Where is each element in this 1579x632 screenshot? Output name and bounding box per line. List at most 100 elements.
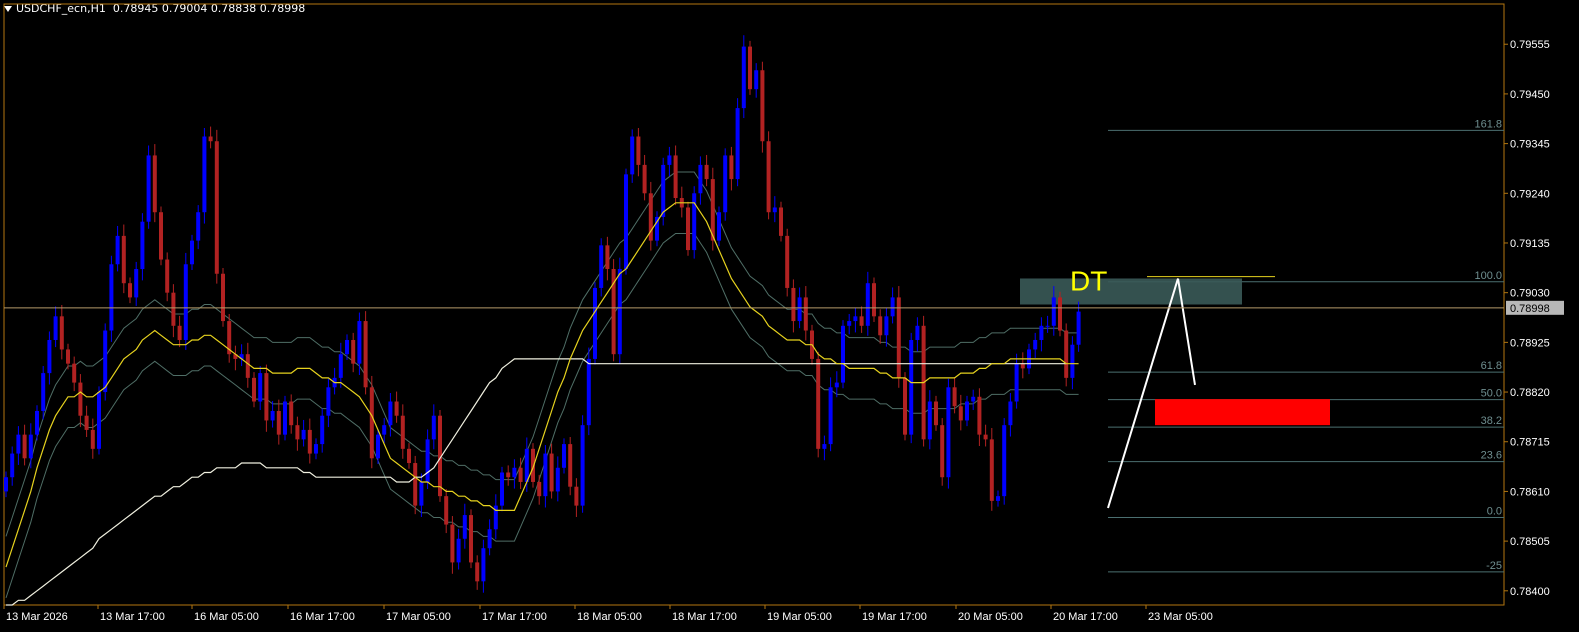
bear-candle: [518, 467, 523, 482]
bear-candle: [977, 396, 982, 435]
bull-candle: [1002, 425, 1007, 497]
bull-candle: [357, 321, 362, 364]
y-tick-label: 0.78715: [1510, 437, 1550, 449]
bull-candle: [326, 387, 331, 416]
bull-candle: [723, 155, 728, 213]
bear-candle: [983, 434, 988, 440]
bull-candle: [853, 316, 858, 322]
bear-candle: [859, 316, 864, 326]
fib-level-label: 100.0: [1474, 270, 1502, 282]
bear-candle: [568, 444, 573, 487]
bear-candle: [78, 382, 83, 416]
bull-candle: [1039, 325, 1044, 340]
bull-candle: [946, 387, 951, 478]
double-top-pattern[interactable]: [1107, 278, 1196, 509]
bear-candle: [766, 141, 771, 213]
fib-level-label: 50.0: [1481, 388, 1502, 400]
bull-candle: [425, 439, 430, 482]
bull-candle: [828, 387, 833, 445]
bull-candle: [580, 425, 585, 506]
bull-candle: [717, 212, 721, 241]
y-tick-label: 0.78610: [1510, 486, 1550, 498]
x-tick-label: 13 Mar 17:00: [100, 611, 165, 623]
bear-candle: [791, 287, 796, 322]
fib-level-label: 161.8: [1474, 118, 1502, 130]
bear-candle: [307, 429, 312, 454]
bear-candle: [952, 387, 957, 407]
bear-candle: [642, 164, 647, 194]
price-chart[interactable]: 161.8 100.0 61.8 50.0 38.2 23.6 0.0 -25 DT 0.79…: [0, 0, 1579, 632]
bear-candle: [686, 207, 690, 251]
bear-candle: [1064, 330, 1069, 378]
y-tick-label: 0.79240: [1510, 188, 1550, 200]
candles: [4, 35, 1081, 593]
bear-candle: [363, 321, 368, 388]
bull-candle: [555, 467, 560, 492]
bull-candle: [1033, 339, 1038, 350]
y-tick-label: 0.79555: [1510, 39, 1550, 51]
bull-candle: [890, 297, 895, 317]
bull-candle: [462, 515, 467, 539]
bear-candle: [673, 155, 678, 199]
bear-candle: [66, 349, 70, 364]
bull-candle: [202, 136, 207, 213]
x-tick-label: 17 Mar 17:00: [482, 611, 547, 623]
bull-candle: [301, 429, 306, 440]
bull-candle: [865, 283, 870, 326]
bull-candle: [258, 373, 263, 402]
bear-candle: [221, 273, 225, 322]
fib-level-label: 23.6: [1481, 450, 1502, 462]
bull-candle: [915, 325, 920, 340]
fib-level-label: 38.2: [1481, 415, 1502, 427]
bull-candle: [146, 155, 151, 222]
bull-candle: [500, 472, 504, 506]
pattern-leg[interactable]: [1107, 278, 1179, 509]
bull-candle: [1051, 297, 1056, 326]
price-axis: 0.79555 0.79450 0.79345 0.79240 0.79135 0.790…: [1504, 39, 1564, 598]
bear-candle: [958, 406, 963, 421]
chart-frame: [3, 3, 1505, 606]
bear-candle: [872, 283, 876, 317]
bull-candle: [617, 269, 622, 355]
bull-candle: [28, 434, 33, 459]
bull-candle: [971, 396, 976, 402]
bull-candle: [1076, 311, 1081, 345]
y-tick-label: 0.78820: [1510, 387, 1550, 399]
support-zone[interactable]: [1155, 399, 1330, 426]
bull-candle: [338, 354, 343, 378]
bear-candle: [1020, 363, 1025, 369]
bear-candle: [816, 358, 821, 449]
bear-candle: [549, 453, 554, 492]
bear-candle: [803, 297, 808, 331]
y-tick-label: 0.78925: [1510, 337, 1550, 349]
bear-candle: [450, 524, 455, 563]
bull-candle: [382, 425, 387, 435]
bull-candle: [754, 70, 759, 90]
bear-candle: [940, 425, 945, 478]
x-tick-label: 13 Mar 2026: [6, 611, 68, 623]
y-tick-label: 0.79450: [1510, 89, 1550, 101]
bear-candle: [264, 373, 269, 421]
bull-candle: [847, 321, 852, 326]
bear-candle: [214, 141, 219, 274]
bull-candle: [10, 453, 15, 478]
bear-candle: [152, 155, 157, 213]
bear-candle: [121, 235, 126, 284]
fibonacci-retracement[interactable]: 161.8 100.0 61.8 50.0 38.2 23.6 0.0 -25: [1108, 118, 1504, 573]
bear-candle: [59, 316, 64, 350]
bull-candle: [16, 434, 21, 454]
bull-candle: [487, 529, 492, 549]
bear-candle: [252, 377, 256, 402]
bull-candle: [4, 477, 8, 492]
bull-candle: [834, 382, 839, 388]
bull-candle: [741, 46, 746, 109]
x-tick-label: 16 Mar 17:00: [290, 611, 355, 623]
y-tick-label: 0.78400: [1510, 586, 1550, 598]
x-tick-label: 18 Mar 17:00: [672, 611, 737, 623]
bear-candle: [444, 496, 449, 525]
bear-candle: [779, 207, 783, 236]
bear-candle: [128, 283, 132, 298]
bull-candle: [345, 339, 349, 355]
bull-candle: [109, 264, 114, 331]
bull-candle: [630, 136, 635, 175]
